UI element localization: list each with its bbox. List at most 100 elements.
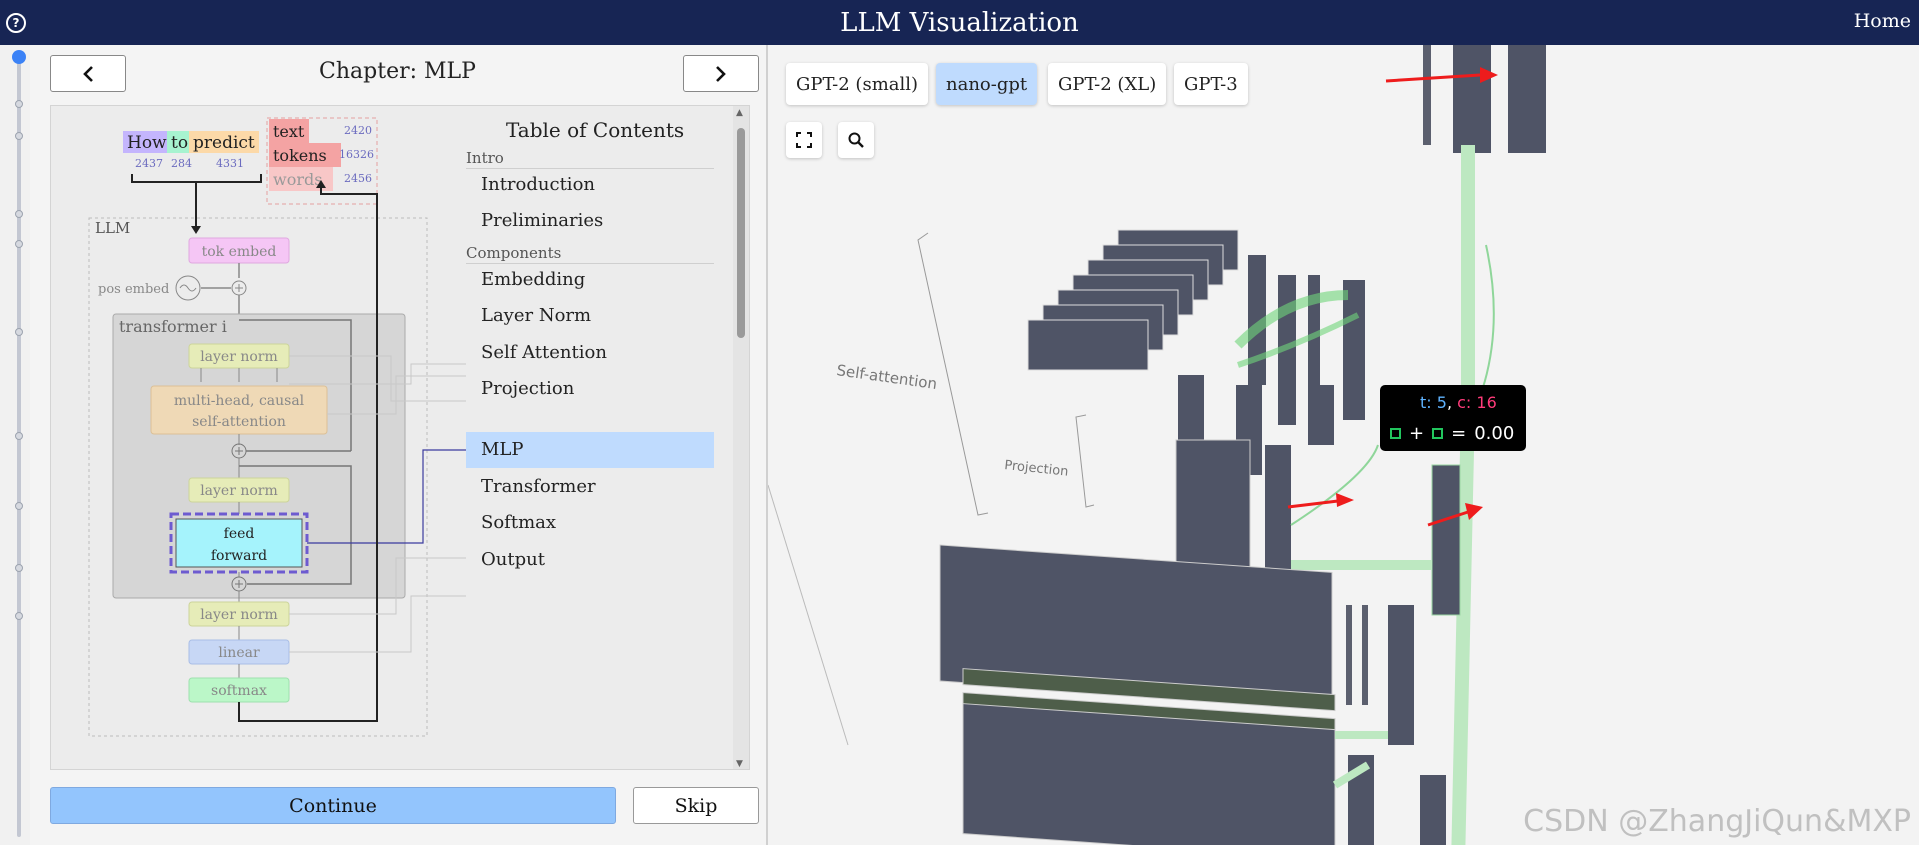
toc-item-transformer[interactable]: Transformer xyxy=(466,469,714,505)
progress-tick[interactable] xyxy=(15,328,23,336)
help-icon[interactable]: ? xyxy=(6,13,26,33)
fullscreen-icon xyxy=(796,132,812,148)
layer-norm-label: layer norm xyxy=(200,483,278,499)
continue-button[interactable]: Continue xyxy=(50,787,616,824)
progress-rail[interactable] xyxy=(12,50,26,837)
progress-tick[interactable] xyxy=(15,132,23,140)
output-word: tokens xyxy=(273,146,327,165)
softmax-label: softmax xyxy=(211,683,267,699)
layer-norm-label: layer norm xyxy=(200,607,278,623)
prev-chapter-button[interactable] xyxy=(50,55,126,92)
scrollbar-thumb[interactable] xyxy=(737,128,745,338)
mlp-column xyxy=(1420,775,1446,845)
toc-item-introduction[interactable]: Introduction xyxy=(466,167,714,203)
tooltip-t-label: t: xyxy=(1420,393,1432,412)
matrix-block xyxy=(1508,45,1546,153)
token-id: 284 xyxy=(171,157,192,170)
matrix-column xyxy=(1346,605,1352,705)
skip-button[interactable]: Skip xyxy=(633,787,759,824)
progress-knob[interactable] xyxy=(12,50,26,64)
input-bracket xyxy=(131,174,262,183)
toc-item-projection[interactable]: Projection xyxy=(466,371,714,407)
model-3d-view[interactable]: Self-attention Projection xyxy=(768,45,1919,845)
square-icon xyxy=(1390,428,1401,439)
chevron-left-icon xyxy=(83,65,93,82)
toc-item-embedding[interactable]: Embedding xyxy=(466,262,714,298)
red-arrow xyxy=(1287,499,1339,509)
tooltip-value: 0.00 xyxy=(1474,423,1515,444)
matrix-column xyxy=(1423,45,1431,145)
section-bracket xyxy=(768,484,849,746)
matrix-column xyxy=(1343,280,1365,420)
progress-tick[interactable] xyxy=(15,100,23,108)
watermark: CSDN @ZhangJiQun&MXP xyxy=(1523,804,1911,839)
app-title: LLM Visualization xyxy=(840,7,1079,38)
toc-section-intro: Intro xyxy=(466,149,714,169)
scroll-down-icon[interactable]: ▼ xyxy=(736,759,743,769)
top-bar: ? LLM Visualization Home xyxy=(0,0,1919,45)
tooltip-t: 5 xyxy=(1436,393,1447,412)
attention-label-line1: multi-head, causal xyxy=(174,393,305,409)
tooltip-c: 16 xyxy=(1476,393,1497,412)
tooltip-c-label: c: xyxy=(1457,393,1472,412)
token-id: 4331 xyxy=(216,157,244,170)
scroll-up-icon[interactable]: ▲ xyxy=(736,108,743,118)
output-id: 2456 xyxy=(344,172,372,185)
search-button[interactable] xyxy=(838,122,874,158)
projection-label: Projection xyxy=(1004,458,1070,480)
value-tooltip: t: 5, c: 16 + = 0.00 xyxy=(1380,385,1526,451)
progress-tick[interactable] xyxy=(15,240,23,248)
toc-section-components: Components xyxy=(466,244,714,264)
next-chapter-button[interactable] xyxy=(683,55,759,92)
chevron-right-icon xyxy=(716,65,726,82)
transformer-label: transformer i xyxy=(119,317,227,336)
progress-tick[interactable] xyxy=(15,502,23,510)
feed-forward-label-line1: feed xyxy=(224,526,255,542)
mlp-column xyxy=(1388,605,1414,745)
toc-item-layer-norm[interactable]: Layer Norm xyxy=(466,298,714,334)
model-gpt2-small-button[interactable]: GPT-2 (small) xyxy=(786,63,929,105)
red-arrow-head xyxy=(1336,493,1354,507)
chapter-title: Chapter: MLP xyxy=(319,59,476,84)
section-bracket xyxy=(1075,414,1095,508)
model-nano-gpt-button[interactable]: nano-gpt xyxy=(936,63,1038,105)
output-word: text xyxy=(273,122,305,141)
toc-item-softmax[interactable]: Softmax xyxy=(466,505,714,541)
attention-head xyxy=(1027,319,1149,371)
tooltip-equals: = xyxy=(1451,423,1467,444)
toc-item-mlp[interactable]: MLP xyxy=(466,432,714,468)
fullscreen-button[interactable] xyxy=(786,122,822,158)
architecture-diagram: How to predict 2437 284 4331 text tokens… xyxy=(88,117,466,737)
arrow-head xyxy=(191,226,201,234)
home-link[interactable]: Home xyxy=(1854,10,1911,32)
toc-title: Table of Contents xyxy=(506,118,685,142)
output-id: 2420 xyxy=(344,124,372,137)
search-icon xyxy=(848,132,864,148)
tooltip-coords: t: 5, c: 16 xyxy=(1420,393,1497,412)
tok-embed-label: tok embed xyxy=(202,244,277,260)
toc-item-preliminaries[interactable]: Preliminaries xyxy=(466,203,714,239)
progress-tick[interactable] xyxy=(15,564,23,572)
token-predict: predict xyxy=(193,133,255,153)
matrix-column xyxy=(1308,385,1334,445)
toc-item-self-attention[interactable]: Self Attention xyxy=(466,335,714,371)
attention-heads xyxy=(1027,229,1239,371)
layer-norm-label: layer norm xyxy=(200,349,278,365)
toc-item-output[interactable]: Output xyxy=(466,542,714,578)
llm-label: LLM xyxy=(95,219,130,237)
content-scrollbar[interactable]: ▲ ▼ xyxy=(733,106,749,769)
model-gpt3-button[interactable]: GPT-3 xyxy=(1174,63,1248,105)
tooltip-equation: + = 0.00 xyxy=(1390,423,1514,444)
mlp-column xyxy=(1431,464,1461,616)
token-to: to xyxy=(171,133,188,153)
progress-tick[interactable] xyxy=(15,210,23,218)
output-word: words xyxy=(273,170,322,189)
progress-tick[interactable] xyxy=(15,612,23,620)
model-gpt2-xl-button[interactable]: GPT-2 (XL) xyxy=(1048,63,1167,105)
visualization-panel[interactable]: Self-attention Projection GPT-2 (small) … xyxy=(768,45,1919,845)
plus-icon xyxy=(235,284,243,292)
self-attention-label: Self-attention xyxy=(835,361,938,393)
token-id: 2437 xyxy=(135,157,163,170)
sinusoid-wave xyxy=(179,284,197,292)
progress-tick[interactable] xyxy=(15,432,23,440)
